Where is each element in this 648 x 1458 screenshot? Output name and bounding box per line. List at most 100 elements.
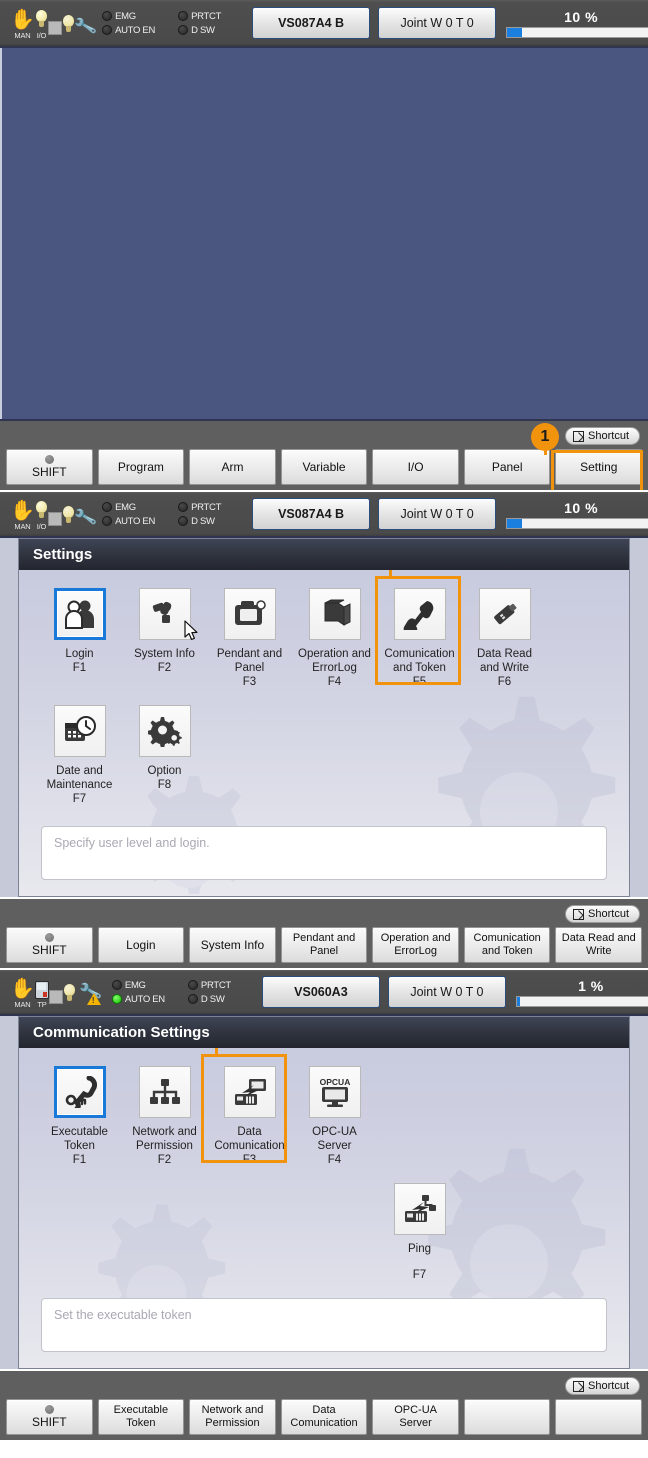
lamp-emg: EMG	[111, 980, 178, 991]
toolbar-button-empty-1[interactable]	[463, 1399, 551, 1435]
comm-item-key: F3	[242, 1154, 257, 1166]
toolbar-button-arm[interactable]: Arm	[189, 449, 276, 485]
comm-item-label: OPC-UA Server	[312, 1126, 357, 1152]
toolbar-button-login[interactable]: Login	[97, 927, 185, 963]
shift-indicator-icon	[44, 1405, 54, 1414]
grid-spacer	[37, 1173, 377, 1288]
comm-item-key: F2	[157, 1154, 172, 1166]
shift-label: SHIFT	[31, 1415, 67, 1429]
speed-bar[interactable]	[515, 995, 648, 1007]
comm-item-key: F1	[72, 1154, 87, 1166]
toolbar-button-setting[interactable]: Setting	[555, 449, 643, 485]
speed-indicator[interactable]: 10 %	[506, 500, 648, 529]
toolbar-button-program[interactable]: Program	[97, 449, 185, 485]
toolbar-button-executable-token[interactable]: Executable Token	[97, 1399, 185, 1435]
callout-stem-2	[389, 570, 392, 578]
shortcut-button[interactable]: Shortcut	[565, 905, 640, 923]
toolbar-button-panel[interactable]: Panel	[463, 449, 551, 485]
settings-item-operation-and-errorlog[interactable]: Operation and ErrorLog F4	[292, 584, 377, 695]
settings-item-label: Login	[65, 648, 94, 660]
coordinate-mode-button[interactable]: Joint W 0 T 0	[378, 7, 497, 39]
lamp-auto-en: AUTO EN	[102, 516, 168, 527]
speed-bar-fill	[507, 518, 522, 528]
lamp-d-sw: D SW	[178, 516, 244, 527]
comm-item-opc-ua-server[interactable]: OPCUA OPC-UA Server F4	[292, 1062, 377, 1173]
communication-panel-title: Communication Settings	[19, 1016, 629, 1048]
shortcut-icon	[573, 430, 585, 442]
toolbar-button-comunication-and-token[interactable]: Comunication and Token	[463, 927, 551, 963]
toolbar-button-variable[interactable]: Variable	[280, 449, 368, 485]
shift-indicator-icon	[44, 933, 54, 942]
robot-model-button[interactable]: VS087A4 B	[252, 7, 371, 39]
shortcut-label: Shortcut	[588, 430, 629, 442]
settings-item-comunication-and-token[interactable]: Comunication and Token F5	[377, 584, 462, 695]
toolbar-button-network-and-permission[interactable]: Network and Permission	[189, 1399, 276, 1435]
settings-item-key: F4	[327, 676, 342, 688]
status-bar-3: ✋ MAN TP 🔧 EMG PRTCT AUTO EN D SW VS060A…	[0, 968, 648, 1016]
toolbar-button-operation-and-errorlog[interactable]: Operation and ErrorLog	[372, 927, 459, 963]
coordinate-mode-button[interactable]: Joint W 0 T 0	[387, 976, 506, 1008]
settings-item-key: F3	[242, 676, 257, 688]
robot-model-button[interactable]: VS060A3	[261, 976, 380, 1008]
speed-bar-fill	[507, 27, 522, 37]
lamp-prtct: PRTCT	[178, 502, 244, 513]
callout-badge-1: 1	[531, 423, 559, 451]
settings-item-label: Option	[147, 765, 182, 777]
comm-item-label: Ping	[407, 1243, 432, 1255]
status-lamp-group: EMG PRTCT AUTO EN D SW	[102, 502, 244, 527]
data-communication-icon	[223, 1066, 276, 1118]
hand-manual-icon: ✋ MAN	[10, 500, 35, 531]
settings-item-label: Operation and ErrorLog	[298, 648, 371, 674]
comm-item-network-and-permission[interactable]: Network and Permission F2	[122, 1062, 207, 1173]
settings-item-pendant-and-panel[interactable]: Pendant and Panel F3	[207, 584, 292, 695]
toolbar-button-empty-2[interactable]	[555, 1399, 643, 1435]
toolbar-button-system-info[interactable]: System Info	[189, 927, 276, 963]
settings-item-key: F1	[72, 662, 87, 674]
shortcut-icon	[573, 908, 585, 920]
shift-indicator-icon	[44, 455, 54, 464]
shift-button[interactable]: SHIFT	[6, 449, 93, 485]
callout-stem-3	[215, 1048, 218, 1056]
settings-item-option[interactable]: Option F8	[122, 701, 207, 812]
speed-indicator[interactable]: 10 %	[506, 9, 648, 38]
settings-description-box: Specify user level and login.	[41, 826, 607, 880]
comm-item-label: Network and Permission	[132, 1126, 197, 1152]
toolbar-button-data-comunication[interactable]: Data Comunication	[280, 1399, 368, 1435]
speed-value: 10 %	[564, 8, 599, 25]
comm-item-ping[interactable]: Ping F7	[377, 1179, 462, 1288]
lamp-d-sw: D SW	[187, 994, 254, 1005]
shift-label: SHIFT	[31, 465, 67, 479]
settings-item-login[interactable]: Login F1	[37, 584, 122, 695]
calendar-clock-icon	[53, 705, 106, 757]
comm-item-executable-token[interactable]: Executable Token F1	[37, 1062, 122, 1173]
comm-item-label: Executable Token	[51, 1126, 108, 1152]
toolbar-button-opc-ua-server[interactable]: OPC-UA Server	[372, 1399, 459, 1435]
speed-value: 1 %	[578, 977, 604, 994]
lamp-auto-en: AUTO EN	[102, 25, 168, 36]
comm-item-data-comunication[interactable]: Data Comunication F3	[207, 1062, 292, 1173]
toolbar-button-pendant-and-panel[interactable]: Pendant and Panel	[280, 927, 368, 963]
lamp-prtct: PRTCT	[187, 980, 254, 991]
shift-button[interactable]: SHIFT	[6, 927, 93, 963]
lamp-icon	[63, 980, 76, 1005]
settings-item-date-and-maintenance[interactable]: Date and Maintenance F7	[37, 701, 122, 812]
speed-indicator[interactable]: 1 %	[515, 977, 648, 1007]
settings-item-key: F6	[497, 676, 512, 688]
coordinate-mode-button[interactable]: Joint W 0 T 0	[378, 498, 497, 530]
settings-panel-body: Login F1 System Info F2 Pendant and Pane…	[19, 570, 629, 896]
hand-manual-icon: ✋ MAN	[10, 978, 35, 1009]
speed-value: 10 %	[564, 499, 599, 516]
speed-bar[interactable]	[506, 517, 648, 529]
shift-button[interactable]: SHIFT	[6, 1399, 93, 1435]
telephone-handset-icon	[393, 588, 446, 640]
network-tree-icon	[138, 1066, 191, 1118]
toolbar-button-io[interactable]: I/O	[372, 449, 459, 485]
toolbar-button-data-read-and-write[interactable]: Data Read and Write	[555, 927, 643, 963]
settings-item-data-read-and-write[interactable]: Data Read and Write F6	[462, 584, 547, 695]
speed-bar[interactable]	[506, 26, 648, 38]
hand-manual-icon: ✋ MAN	[10, 9, 35, 40]
lamp-emg: EMG	[102, 502, 168, 513]
shortcut-button[interactable]: Shortcut	[565, 427, 640, 445]
robot-model-button[interactable]: VS087A4 B	[252, 498, 371, 530]
shortcut-button[interactable]: Shortcut	[565, 1377, 640, 1395]
